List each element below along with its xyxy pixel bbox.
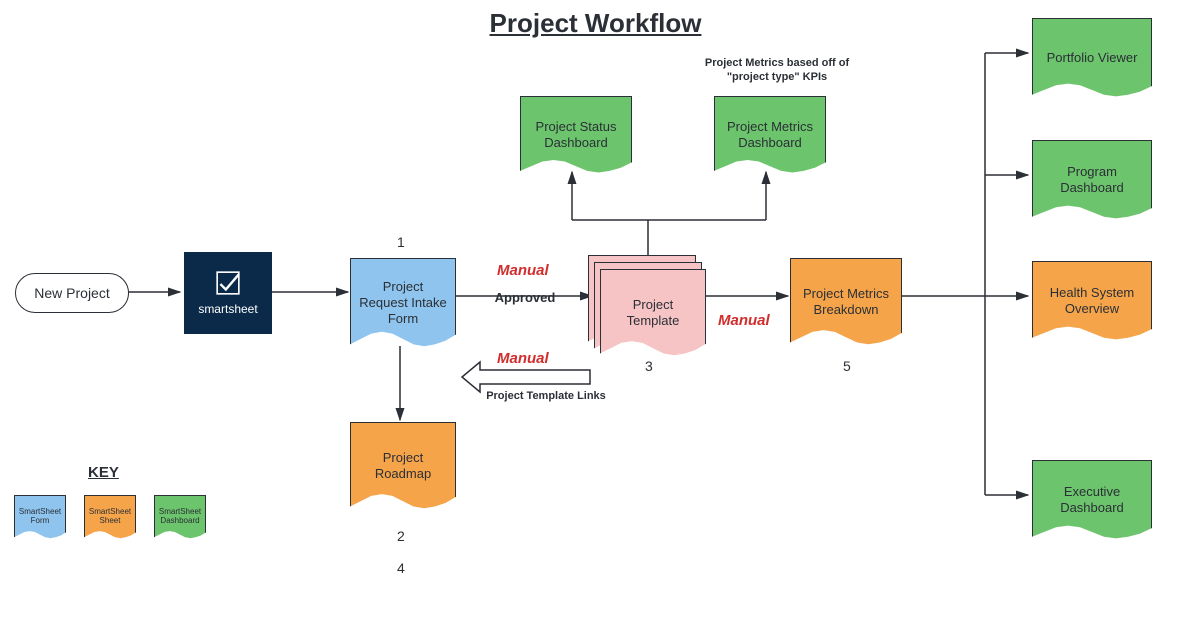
node-intake-form: Project Request Intake Form xyxy=(350,258,456,348)
annotation-metrics-note: Project Metrics based off of "project ty… xyxy=(692,56,862,85)
legend-label: SmartSheet Sheet xyxy=(87,508,133,526)
node-executive-dashboard: Executive Dashboard xyxy=(1032,460,1152,540)
node-label: Project Status Dashboard xyxy=(529,119,623,152)
node-metrics-breakdown: Project Metrics Breakdown xyxy=(790,258,902,346)
diagram-title: Project Workflow xyxy=(0,8,1191,39)
edge-label-manual-1: Manual xyxy=(497,262,549,279)
step-number-2: 2 xyxy=(397,528,405,544)
step-number-1: 1 xyxy=(397,234,405,250)
node-smartsheet: smartsheet xyxy=(184,252,272,334)
node-portfolio-viewer: Portfolio Viewer xyxy=(1032,18,1152,98)
node-label: smartsheet xyxy=(198,302,257,316)
node-metrics-dashboard: Project Metrics Dashboard xyxy=(714,96,826,174)
node-label: Health System Overview xyxy=(1041,285,1143,318)
node-label: Project Roadmap xyxy=(359,450,447,483)
step-number-3: 3 xyxy=(645,358,653,374)
node-new-project: New Project xyxy=(15,273,129,313)
node-label: Project Request Intake Form xyxy=(359,279,447,328)
node-label: Project Template xyxy=(609,297,697,330)
node-health-system-overview: Health System Overview xyxy=(1032,261,1152,341)
node-status-dashboard: Project Status Dashboard xyxy=(520,96,632,174)
step-number-5: 5 xyxy=(843,358,851,374)
legend-swatch-dashboard: SmartSheet Dashboard xyxy=(154,495,206,539)
edge-label-manual-3: Manual xyxy=(718,312,770,329)
node-label: Executive Dashboard xyxy=(1041,484,1143,517)
node-program-dashboard: Program Dashboard xyxy=(1032,140,1152,220)
legend-label: SmartSheet Dashboard xyxy=(157,508,203,526)
node-label: New Project xyxy=(34,285,109,301)
edge-label-approved: Approved xyxy=(490,290,560,305)
node-label: Program Dashboard xyxy=(1041,164,1143,197)
edge-label-manual-2: Manual xyxy=(497,350,549,367)
node-template: Project Template xyxy=(600,269,706,357)
legend-label: SmartSheet Form xyxy=(17,508,63,526)
legend-swatch-sheet: SmartSheet Sheet xyxy=(84,495,136,539)
step-number-4: 4 xyxy=(397,560,405,576)
edge-label-template-links: Project Template Links xyxy=(466,390,626,402)
node-label: Project Metrics Breakdown xyxy=(799,286,893,319)
node-label: Portfolio Viewer xyxy=(1047,50,1138,66)
checkmark-icon xyxy=(215,270,241,296)
legend-title: KEY xyxy=(88,464,119,481)
node-label: Project Metrics Dashboard xyxy=(723,119,817,152)
node-roadmap: Project Roadmap xyxy=(350,422,456,510)
legend-swatch-form: SmartSheet Form xyxy=(14,495,66,539)
